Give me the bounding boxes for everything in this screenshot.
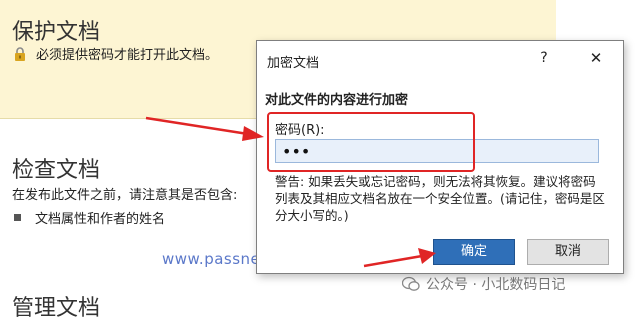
annotation-highlight-box <box>267 112 475 172</box>
ok-button[interactable]: 确定 <box>433 239 515 265</box>
manage-document-title: 管理文档 <box>12 296 101 321</box>
protect-document-text: 必须提供密码才能打开此文档。 <box>36 48 219 63</box>
wechat-icon <box>402 276 420 291</box>
close-button[interactable]: ✕ <box>583 47 609 69</box>
dialog-title: 加密文档 <box>267 56 320 71</box>
dialog-titlebar: 加密文档 ? ✕ <box>257 41 623 79</box>
bullet-icon <box>14 214 21 221</box>
help-button[interactable]: ? <box>533 47 555 69</box>
annotation-arrow-top <box>145 116 264 141</box>
protect-document-description: 必须提供密码才能打开此文档。 <box>12 44 218 63</box>
inspect-document-bullet: 文档属性和作者的姓名 <box>14 208 165 227</box>
wechat-watermark-text: 公众号 · 小北数码日记 <box>426 277 566 293</box>
inspect-document-description: 在发布此文件之前，请注意其是否包含: <box>12 188 238 203</box>
wechat-watermark: 公众号 · 小北数码日记 <box>402 274 565 294</box>
warning-text: 警告: 如果丢失或忘记密码，则无法将其恢复。建议将密码列表及其相应文档名放在一个… <box>275 174 605 223</box>
cancel-button[interactable]: 取消 <box>527 239 609 265</box>
annotation-arrow-bottom <box>363 248 436 268</box>
inspect-document-title: 检查文档 <box>12 158 101 183</box>
inspect-bullet-text: 文档属性和作者的姓名 <box>35 212 166 227</box>
dialog-heading: 对此文件的内容进行加密 <box>265 93 409 108</box>
protect-document-title: 保护文档 <box>12 20 101 45</box>
lock-icon <box>15 46 25 61</box>
